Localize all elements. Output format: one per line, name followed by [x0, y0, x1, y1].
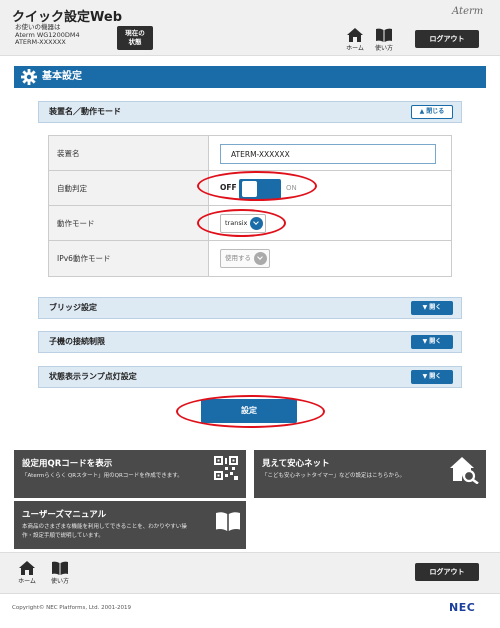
child-limit-open-label: 開く	[429, 338, 442, 345]
home-nav-button[interactable]: ホーム	[343, 28, 367, 56]
footer-logout-button[interactable]: ログアウト	[415, 563, 479, 581]
device-mode-panel-title: 装置名／動作モード	[49, 107, 121, 116]
section-title: 基本設定	[42, 71, 82, 82]
device-mode-close-button[interactable]: ▲ 閉じる	[411, 105, 453, 119]
copyright-text: Copyright© NEC Platforms, Ltd. 2001-2019	[12, 605, 132, 611]
mode-label: 動作モード	[49, 206, 209, 240]
submit-button[interactable]: 設定	[201, 399, 297, 423]
auto-detect-row: 自動判定 OFF ON	[49, 171, 451, 206]
device-name-label: 装置名	[49, 136, 209, 170]
current-status-button[interactable]: 現在の 状態	[117, 26, 153, 50]
bridge-panel-header[interactable]: ブリッジ設定 ▼ 開く	[38, 297, 462, 319]
footer-bar: ホーム 使い方 ログアウト	[0, 552, 500, 594]
home-nav-label: ホーム	[346, 45, 364, 52]
lamp-open-button[interactable]: ▼ 開く	[411, 370, 453, 384]
bridge-open-label: 開く	[429, 304, 442, 311]
status-button-line1: 現在の	[125, 29, 145, 37]
bridge-panel-title: ブリッジ設定	[49, 303, 97, 312]
manual-desc-line2: 作・設定手順で説明しています。	[22, 533, 104, 539]
safety-tile-title: 見えて安心ネット	[262, 459, 330, 469]
status-button-line2: 状態	[128, 38, 142, 46]
safety-tile-desc: 「こども安心ネットタイマー」などの設定はこちらから。	[262, 473, 406, 479]
settings-table: 装置名 自動判定 OFF ON 動作モード transix IPv6動作モード …	[48, 135, 452, 277]
device-id: ATERM-XXXXXX	[15, 38, 66, 46]
gear-icon	[21, 69, 37, 85]
logout-button[interactable]: ログアウト	[415, 30, 479, 48]
book-icon	[376, 28, 392, 42]
nec-logo: NEC	[449, 601, 476, 614]
footer-home-button[interactable]: ホーム	[15, 561, 39, 589]
child-limit-open-button[interactable]: ▼ 開く	[411, 335, 453, 349]
ipv6-row: IPv6動作モード 使用する	[49, 241, 451, 276]
book-icon	[216, 512, 240, 531]
ipv6-label: IPv6動作モード	[49, 241, 209, 276]
switch-off-label: OFF	[220, 183, 237, 192]
chevron-up-icon: ▲	[419, 108, 425, 115]
chevron-down-icon	[250, 217, 264, 230]
bridge-open-button[interactable]: ▼ 開く	[411, 301, 453, 315]
chevron-down-icon: ▼	[422, 304, 428, 311]
home-icon	[347, 28, 363, 42]
lamp-panel-title: 状態表示ランプ点灯設定	[49, 372, 137, 381]
home-search-icon	[450, 457, 479, 484]
mode-select[interactable]: transix	[220, 214, 267, 233]
switch-knob[interactable]	[242, 181, 257, 197]
section-title-bar: 基本設定	[14, 66, 486, 88]
manual-tile-desc: 本商品のさまざまな機能を利用してできることを、わかりやすい操 作・設定手順で説明…	[22, 523, 187, 541]
ipv6-select-value: 使用する	[225, 254, 251, 262]
guide-nav-label: 使い方	[374, 45, 393, 52]
lamp-open-label: 開く	[429, 373, 442, 380]
manual-desc-line1: 本商品のさまざまな機能を利用してできることを、わかりやすい操	[22, 524, 187, 530]
footer-home-label: ホーム	[18, 578, 36, 585]
brand-logo: Aterm	[452, 6, 484, 17]
device-mode-close-label: 閉じる	[426, 108, 445, 115]
user-manual-tile[interactable]: ユーザーズマニュアル 本商品のさまざまな機能を利用してできることを、わかりやすい…	[14, 501, 246, 549]
device-info: お使いの機器は Aterm WG1200DM4 ATERM-XXXXXX	[15, 23, 80, 47]
ipv6-select[interactable]: 使用する	[220, 249, 270, 268]
mode-select-value: transix	[225, 219, 248, 227]
chevron-down-icon	[254, 252, 267, 265]
switch-track[interactable]	[239, 179, 281, 199]
device-name-row: 装置名	[49, 136, 451, 171]
footer-guide-label: 使い方	[50, 578, 69, 585]
qr-tile-desc: 「Atermらくらく QRスタート」用のQRコードを作成できます。	[22, 473, 183, 479]
header: クイック設定Web お使いの機器は Aterm WG1200DM4 ATERM-…	[0, 0, 500, 56]
device-mode-panel-header: 装置名／動作モード ▲ 閉じる	[38, 101, 462, 123]
qr-code-tile[interactable]: 設定用QRコードを表示 「Atermらくらく QRスタート」用のQRコードを作成…	[14, 450, 246, 498]
book-icon	[52, 561, 68, 575]
chevron-down-icon: ▼	[422, 373, 428, 380]
home-icon	[19, 561, 35, 575]
child-limit-panel-header[interactable]: 子機の接続制限 ▼ 開く	[38, 331, 462, 353]
manual-tile-title: ユーザーズマニュアル	[22, 510, 107, 520]
mode-row: 動作モード transix	[49, 206, 451, 241]
guide-nav-button[interactable]: 使い方	[372, 28, 396, 56]
safety-net-tile[interactable]: 見えて安心ネット 「こども安心ネットタイマー」などの設定はこちらから。	[254, 450, 486, 498]
device-name-input[interactable]	[220, 144, 436, 164]
switch-on-label: ON	[286, 184, 297, 192]
auto-detect-label: 自動判定	[49, 171, 209, 205]
qr-code-icon	[214, 456, 238, 480]
footer-guide-button[interactable]: 使い方	[48, 561, 72, 589]
lamp-panel-header[interactable]: 状態表示ランプ点灯設定 ▼ 開く	[38, 366, 462, 388]
qr-tile-title: 設定用QRコードを表示	[22, 459, 113, 469]
child-limit-panel-title: 子機の接続制限	[49, 337, 105, 346]
chevron-down-icon: ▼	[422, 338, 428, 345]
